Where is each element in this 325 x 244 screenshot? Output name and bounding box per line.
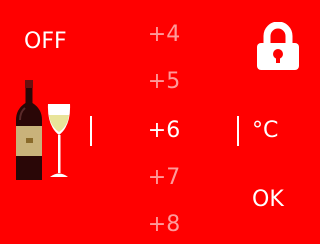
off-button[interactable]: OFF [24,27,67,57]
temperature-option[interactable]: +7 [128,163,200,193]
temperature-option[interactable]: +4 [128,20,200,50]
temperature-option[interactable]: +5 [128,67,200,97]
right-divider [237,116,239,146]
ok-button[interactable]: OK [252,185,284,215]
selected-temperature[interactable]: +6 [128,116,200,146]
unit-toggle[interactable]: °C [252,116,278,146]
padlock-icon[interactable] [257,22,299,70]
thermostat-screen: OFF +4 +5 +6 +7 +8 °C OK [0,0,320,244]
wine-bottle-and-glass-icon [16,80,71,180]
left-divider [90,116,92,146]
temperature-option[interactable]: +8 [128,210,200,240]
